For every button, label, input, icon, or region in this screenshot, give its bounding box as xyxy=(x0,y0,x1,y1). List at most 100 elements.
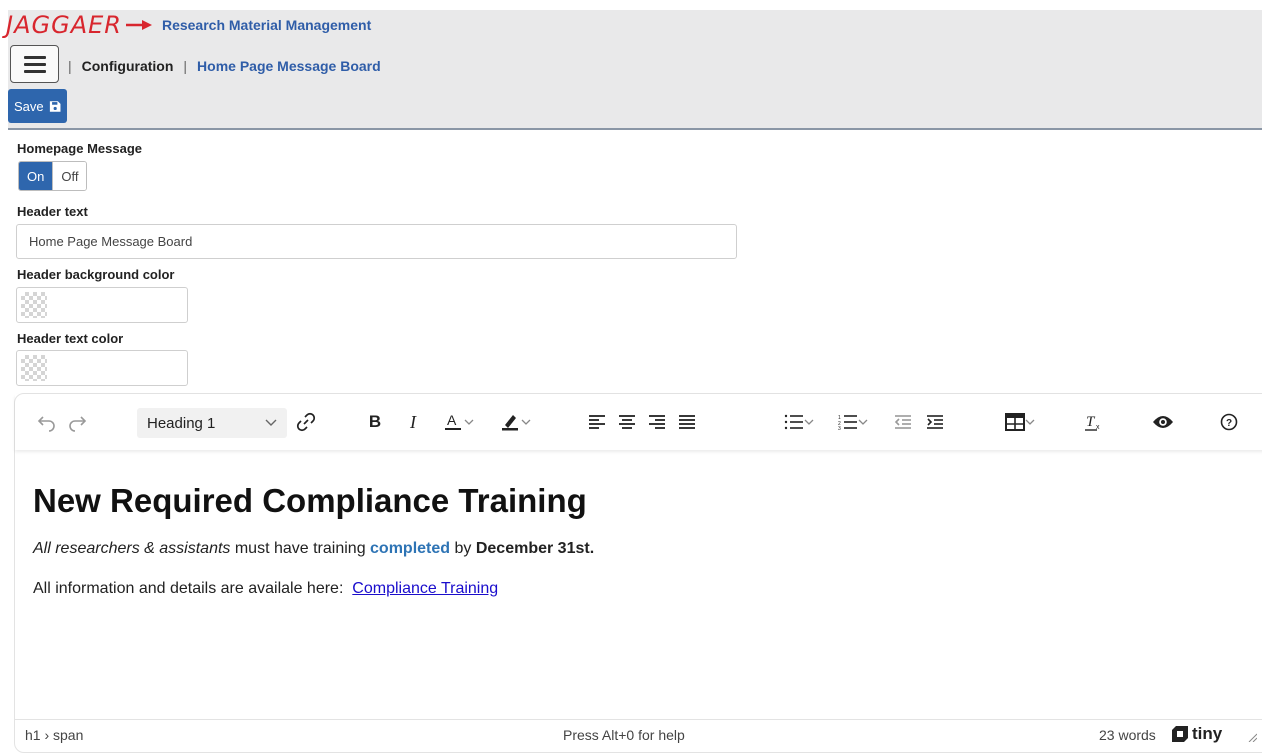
highlighter-icon xyxy=(502,415,518,431)
paragraph-text: must have training xyxy=(230,540,371,557)
breadcrumb-configuration[interactable]: Configuration xyxy=(82,58,174,74)
floppy-disk-icon xyxy=(49,100,61,112)
text-color-button[interactable]: A xyxy=(433,408,483,436)
bullet-list-button[interactable] xyxy=(775,408,823,436)
redo-icon xyxy=(69,416,87,432)
svg-text:x: x xyxy=(1096,424,1100,431)
chevron-down-icon xyxy=(1025,419,1035,425)
save-label: Save xyxy=(14,98,44,114)
chevron-down-icon xyxy=(804,419,814,425)
chevron-down-icon xyxy=(464,419,474,425)
bold-button[interactable]: B xyxy=(363,408,387,436)
chevron-down-icon xyxy=(858,419,868,425)
table-button[interactable] xyxy=(997,408,1043,436)
editor-content-area[interactable]: New Required Compliance Training All res… xyxy=(33,464,1233,620)
align-center-button[interactable] xyxy=(615,408,639,436)
align-right-icon xyxy=(649,415,665,429)
block-format-select[interactable]: Heading 1 xyxy=(137,408,287,438)
highlight-color-button[interactable] xyxy=(489,408,541,436)
bold-date-text: December 31st. xyxy=(475,540,595,557)
app-title: Research Material Management xyxy=(161,17,372,33)
help-icon: ? xyxy=(1220,413,1238,431)
app-header: JAGGAER Research Material Management | C… xyxy=(6,10,1262,130)
svg-text:?: ? xyxy=(1226,418,1232,429)
resize-handle-icon[interactable] xyxy=(1247,732,1257,742)
indent-button[interactable] xyxy=(923,408,947,436)
header-text-color-picker[interactable] xyxy=(16,350,188,386)
justify-button[interactable] xyxy=(675,408,699,436)
tiny-brand-link[interactable]: tiny xyxy=(1171,724,1222,744)
header-text-input[interactable] xyxy=(16,224,737,259)
link-icon xyxy=(296,412,316,432)
text-color-icon: A xyxy=(445,412,461,430)
tiny-brand-text: tiny xyxy=(1192,724,1223,743)
menu-bar xyxy=(23,62,46,66)
preview-button[interactable] xyxy=(1149,408,1177,436)
chevron-down-icon xyxy=(521,419,531,425)
outdent-button[interactable] xyxy=(891,408,915,436)
rich-text-editor: Heading 1 B I A 1 2 3 T x ? New Required… xyxy=(14,393,1262,753)
save-button[interactable]: Save xyxy=(8,89,67,123)
breadcrumb: | Configuration | Home Page Message Boar… xyxy=(68,58,381,74)
clear-formatting-icon: T x xyxy=(1085,414,1100,431)
insert-link-button[interactable] xyxy=(293,408,319,436)
message-paragraph-2: All information and details are availale… xyxy=(33,580,1233,598)
message-heading: New Required Compliance Training xyxy=(33,482,587,519)
svg-text:3: 3 xyxy=(838,426,841,430)
toggle-on-button[interactable]: On xyxy=(19,162,53,190)
align-center-icon xyxy=(619,415,635,429)
breadcrumb-separator: | xyxy=(183,58,188,74)
svg-text:T: T xyxy=(1086,414,1096,430)
breadcrumb-separator: | xyxy=(68,58,72,74)
outdent-icon xyxy=(894,415,911,429)
align-right-button[interactable] xyxy=(645,408,669,436)
help-hint: Press Alt+0 for help xyxy=(563,727,685,743)
homepage-message-toggle: On Off xyxy=(18,161,88,191)
editor-toolbar: Heading 1 B I A 1 2 3 T x ? xyxy=(15,394,1262,450)
logo-row: JAGGAER Research Material Management xyxy=(6,10,372,40)
word-count[interactable]: 23 words xyxy=(1099,727,1156,743)
svg-text:A: A xyxy=(447,412,457,428)
italic-button[interactable]: I xyxy=(401,408,425,436)
help-button[interactable]: ? xyxy=(1217,408,1241,436)
compliance-training-link[interactable]: Compliance Training xyxy=(352,580,498,597)
paragraph-text: by xyxy=(450,540,476,557)
block-format-value: Heading 1 xyxy=(147,414,216,432)
bold-icon: B xyxy=(368,412,382,431)
align-justify-icon xyxy=(679,415,695,429)
header-text-color-label: Header text color xyxy=(17,331,124,346)
transparent-color-swatch[interactable] xyxy=(21,292,47,318)
undo-icon xyxy=(37,416,55,432)
header-bg-color-label: Header background color xyxy=(17,267,175,282)
table-icon xyxy=(1005,413,1025,431)
align-left-icon xyxy=(589,415,605,429)
element-path[interactable]: h1 › span xyxy=(25,727,83,743)
tiny-logo-icon xyxy=(1172,726,1188,742)
italic-icon: I xyxy=(410,411,416,432)
clear-formatting-button[interactable]: T x xyxy=(1081,408,1105,436)
redo-button[interactable] xyxy=(65,408,89,436)
highlighted-text: completed xyxy=(370,540,451,557)
header-bg-color-picker[interactable] xyxy=(16,287,188,323)
bullet-list-icon xyxy=(784,414,803,430)
homepage-message-label: Homepage Message xyxy=(17,141,142,156)
menu-bar xyxy=(23,55,46,59)
paragraph-text: All information and details are availale… xyxy=(33,580,353,597)
chevron-down-icon xyxy=(265,419,277,426)
align-left-button[interactable] xyxy=(585,408,609,436)
indent-icon xyxy=(927,415,943,429)
menu-bar xyxy=(23,69,46,73)
numbered-list-icon: 123 xyxy=(838,415,857,430)
toggle-off-button[interactable]: Off xyxy=(52,162,87,190)
logo-arrow-icon xyxy=(125,20,152,30)
breadcrumb-current-page: Home Page Message Board xyxy=(197,58,381,74)
eye-icon xyxy=(1153,416,1173,428)
message-paragraph-1: All researchers & assistants must have t… xyxy=(33,540,1233,558)
transparent-color-swatch[interactable] xyxy=(21,355,47,381)
header-text-label: Header text xyxy=(17,204,88,219)
italic-text: All researchers & assistants xyxy=(33,540,231,557)
hamburger-menu-button[interactable] xyxy=(10,45,59,83)
jaggaer-logo[interactable]: JAGGAER xyxy=(6,13,122,37)
undo-button[interactable] xyxy=(35,408,59,436)
numbered-list-button[interactable]: 123 xyxy=(829,408,877,436)
